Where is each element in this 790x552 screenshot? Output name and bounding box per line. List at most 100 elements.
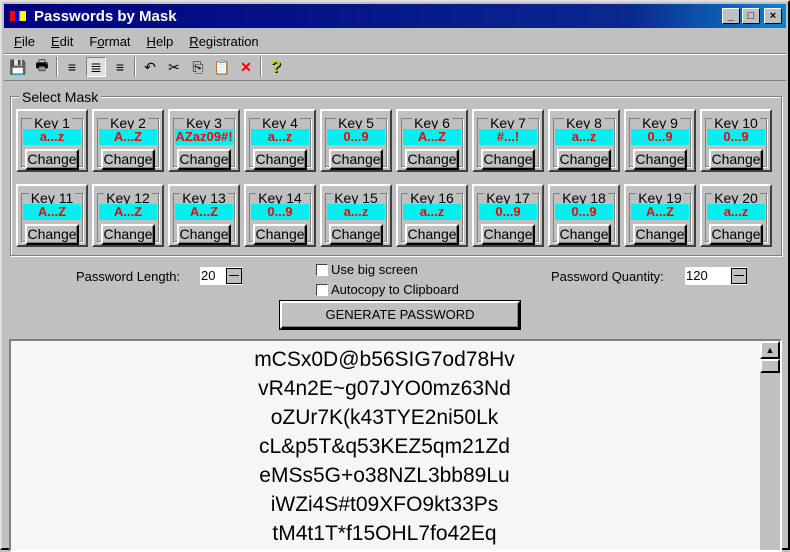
key-frame: Key 15 a...z Change: [325, 190, 387, 245]
change-mask-button[interactable]: Change: [557, 224, 611, 245]
menu-edit[interactable]: Edit: [43, 34, 81, 49]
checkbox-box: [316, 263, 328, 276]
password-output[interactable]: mCSx0D@b56SIG7od78Hv vR4n2E~g07JYO0mz63Nd…: [9, 339, 782, 552]
key-mask-value: 0...9: [327, 129, 385, 145]
change-mask-button[interactable]: Change: [177, 149, 231, 170]
save-icon[interactable]: 💾: [8, 57, 28, 77]
align-left-icon[interactable]: ≡: [62, 57, 82, 77]
key-frame: Key 7 #...! Change: [477, 115, 539, 170]
change-mask-button[interactable]: Change: [633, 224, 687, 245]
spin-arrows-icon[interactable]: [226, 268, 242, 284]
change-mask-button[interactable]: Change: [481, 224, 535, 245]
key-mask-value: AZaz09#!: [175, 129, 233, 145]
delete-icon[interactable]: ✕: [236, 57, 256, 77]
change-mask-button[interactable]: Change: [405, 149, 459, 170]
menu-bar: File Edit Format Help Registration: [6, 30, 267, 52]
vertical-scrollbar[interactable]: ▲: [760, 341, 780, 550]
change-mask-button[interactable]: Change: [101, 149, 155, 170]
change-mask-button[interactable]: Change: [25, 149, 79, 170]
scroll-up-icon[interactable]: ▲: [760, 341, 780, 359]
menu-format[interactable]: Format: [81, 34, 138, 49]
key-6-panel: Key 6 A...Z Change: [396, 109, 468, 172]
password-line: oZUr7K(k43TYE2ni50Lk: [270, 406, 499, 429]
change-mask-button[interactable]: Change: [709, 224, 763, 245]
change-mask-button[interactable]: Change: [633, 149, 687, 170]
change-mask-button[interactable]: Change: [253, 224, 307, 245]
menu-file[interactable]: File: [6, 34, 43, 49]
key-14-panel: Key 14 0...9 Change: [244, 184, 316, 247]
use-big-screen-checkbox[interactable]: Use big screen: [316, 262, 418, 277]
window-title: Passwords by Mask: [34, 7, 177, 25]
print-icon[interactable]: 🖶: [32, 57, 52, 77]
key-mask-value: 0...9: [631, 129, 689, 145]
password-length-spinner[interactable]: 20: [200, 267, 242, 285]
change-mask-button[interactable]: Change: [253, 149, 307, 170]
key-frame: Key 6 A...Z Change: [401, 115, 463, 170]
key-frame: Key 3 AZaz09#! Change: [173, 115, 235, 170]
key-18-panel: Key 18 0...9 Change: [548, 184, 620, 247]
key-mask-value: A...Z: [403, 129, 461, 145]
toolbar: 💾 🖶 ≡ ≣ ≡ ↶ ✂ ⎘ 📋 ✕ ?: [4, 53, 786, 81]
key-11-panel: Key 11 A...Z Change: [16, 184, 88, 247]
key-mask-value: A...Z: [99, 204, 157, 220]
toolbar-separator: [56, 57, 58, 77]
close-button[interactable]: ×: [764, 8, 782, 24]
change-mask-button[interactable]: Change: [709, 149, 763, 170]
align-right-icon[interactable]: ≡: [110, 57, 130, 77]
change-mask-button[interactable]: Change: [329, 224, 383, 245]
group-label: Select Mask: [19, 89, 102, 105]
key-frame: Key 2 A...Z Change: [97, 115, 159, 170]
key-19-panel: Key 19 A...Z Change: [624, 184, 696, 247]
key-16-panel: Key 16 a...z Change: [396, 184, 468, 247]
change-mask-button[interactable]: Change: [481, 149, 535, 170]
change-mask-button[interactable]: Change: [557, 149, 611, 170]
help-icon[interactable]: ?: [266, 57, 286, 77]
key-frame: Key 17 0...9 Change: [477, 190, 539, 245]
password-line: iWZi4S#t09XFO9kt33Ps: [270, 493, 499, 516]
key-mask-value: #...!: [479, 129, 537, 145]
change-mask-button[interactable]: Change: [25, 224, 79, 245]
change-mask-button[interactable]: Change: [329, 149, 383, 170]
toolbar-separator: [134, 57, 136, 77]
key-mask-value: a...z: [403, 204, 461, 220]
password-quantity-label: Password Quantity:: [551, 269, 664, 284]
password-line: tM4t1T*f15OHL7fo42Eq: [272, 522, 497, 545]
key-10-panel: Key 10 0...9 Change: [700, 109, 772, 172]
app-icon: [10, 11, 26, 21]
key-frame: Key 12 A...Z Change: [97, 190, 159, 245]
generate-password-button[interactable]: GENERATE PASSWORD: [280, 301, 520, 329]
key-17-panel: Key 17 0...9 Change: [472, 184, 544, 247]
password-length-value: 20: [201, 268, 216, 283]
copy-icon[interactable]: ⎘: [188, 57, 208, 77]
maximize-button[interactable]: □: [742, 8, 760, 24]
change-mask-button[interactable]: Change: [177, 224, 231, 245]
change-mask-button[interactable]: Change: [405, 224, 459, 245]
scroll-thumb[interactable]: [760, 359, 780, 373]
autocopy-checkbox[interactable]: Autocopy to Clipboard: [316, 282, 459, 297]
key-8-panel: Key 8 a...z Change: [548, 109, 620, 172]
undo-icon[interactable]: ↶: [140, 57, 160, 77]
key-mask-value: a...z: [23, 129, 81, 145]
key-mask-value: A...Z: [175, 204, 233, 220]
password-length-label: Password Length:: [76, 269, 181, 284]
key-9-panel: Key 9 0...9 Change: [624, 109, 696, 172]
toolbar-separator: [260, 57, 262, 77]
key-frame: Key 20 a...z Change: [705, 190, 767, 245]
spin-arrows-icon[interactable]: [731, 268, 747, 284]
change-mask-button[interactable]: Change: [101, 224, 155, 245]
key-mask-value: A...Z: [23, 204, 81, 220]
align-center-icon[interactable]: ≣: [86, 57, 106, 77]
checkbox-box: [316, 283, 328, 296]
key-mask-value: 0...9: [707, 129, 765, 145]
paste-icon[interactable]: 📋: [212, 57, 232, 77]
minimize-button[interactable]: _: [722, 8, 740, 24]
menu-help[interactable]: Help: [139, 34, 182, 49]
cut-icon[interactable]: ✂: [164, 57, 184, 77]
password-list: mCSx0D@b56SIG7od78Hv vR4n2E~g07JYO0mz63Nd…: [11, 345, 758, 548]
key-frame: Key 1 a...z Change: [21, 115, 83, 170]
menu-registration[interactable]: Registration: [181, 34, 266, 49]
key-mask-value: a...z: [555, 129, 613, 145]
password-line: mCSx0D@b56SIG7od78Hv: [254, 348, 515, 371]
password-quantity-spinner[interactable]: 120: [685, 267, 747, 285]
key-frame: Key 10 0...9 Change: [705, 115, 767, 170]
